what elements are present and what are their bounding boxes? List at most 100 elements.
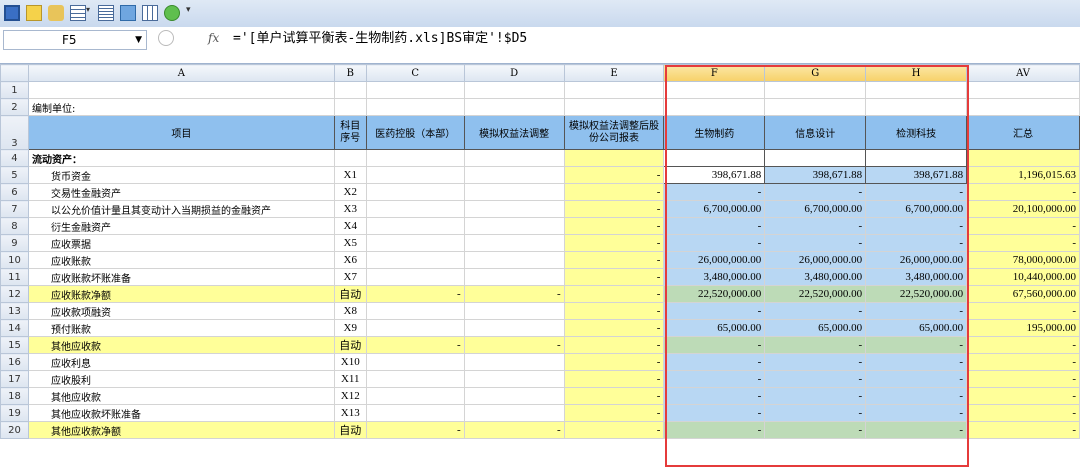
column-header-H[interactable]: H [865,64,968,82]
cell-H[interactable]: - [865,234,968,252]
cell-G[interactable]: 6,700,000.00 [764,200,867,218]
header-pharma-holding[interactable]: 医药控股（本部） [365,115,465,150]
cell-AV[interactable]: - [966,336,1080,354]
cell-G[interactable]: - [764,302,867,320]
cell-AV[interactable]: - [966,387,1080,405]
column-header-B[interactable]: B [333,64,367,82]
item-cell[interactable]: 货币资金 [27,166,335,184]
cell-E[interactable]: - [563,404,665,422]
cell-C[interactable] [365,302,465,320]
row-header[interactable]: 14 [0,319,29,337]
cell-C[interactable] [365,200,465,218]
cell-C[interactable]: - [365,336,465,354]
cell-AV[interactable]: - [966,404,1080,422]
cell-G[interactable]: 3,480,000.00 [764,268,867,286]
cell-C[interactable] [365,404,465,422]
header-bio-pharma[interactable]: 生物制药 [663,115,766,150]
cell-E[interactable]: - [563,421,665,439]
column-header-E[interactable]: E [563,64,665,82]
cell[interactable] [663,81,766,99]
cell-F[interactable]: 6,700,000.00 [663,200,766,218]
cell-C[interactable] [365,251,465,269]
cell-F[interactable]: - [663,183,766,201]
cell-D[interactable] [463,319,565,337]
row-header[interactable]: 19 [0,404,29,422]
cell-H[interactable]: - [865,421,968,439]
cell-G[interactable]: - [764,387,867,405]
table-icon[interactable] [70,5,86,21]
cell-C[interactable] [365,217,465,235]
cell[interactable] [463,149,565,167]
cell-H[interactable]: - [865,370,968,388]
cell-G[interactable]: 26,000,000.00 [764,251,867,269]
row-header[interactable]: 8 [0,217,29,235]
cell[interactable] [563,81,665,99]
item-cell[interactable]: 衍生金融资产 [27,217,335,235]
column-header-C[interactable]: C [365,64,465,82]
cell-D[interactable] [463,234,565,252]
cell[interactable] [27,81,335,99]
cell-D[interactable] [463,302,565,320]
cell-F[interactable]: - [663,234,766,252]
column-header-F[interactable]: F [663,64,766,82]
item-cell[interactable]: 应收款项融资 [27,302,335,320]
code-cell[interactable]: X1 [333,166,367,184]
cell-D[interactable]: - [463,421,565,439]
column-header-G[interactable]: G [764,64,867,82]
cell-D[interactable] [463,200,565,218]
cell-AV[interactable]: 20,100,000.00 [966,200,1080,218]
row-header[interactable]: 15 [0,336,29,354]
cell[interactable] [365,98,465,116]
code-cell[interactable]: X8 [333,302,367,320]
cell-D[interactable] [463,353,565,371]
column-header-A[interactable]: A [27,64,335,82]
cell-G[interactable]: 398,671.88 [764,166,867,184]
cell-AV[interactable]: - [966,353,1080,371]
cell-C[interactable] [365,268,465,286]
cell-G[interactable]: - [764,217,867,235]
cell-D[interactable] [463,251,565,269]
cell[interactable] [966,81,1080,99]
header-code[interactable]: 科目序号 [333,115,367,150]
cell-E[interactable]: - [563,166,665,184]
cell[interactable] [563,98,665,116]
cell[interactable] [333,98,367,116]
cell[interactable] [764,149,867,167]
customize-toolbar-icon[interactable]: ▾ [186,5,196,21]
cell-E[interactable]: - [563,336,665,354]
code-cell[interactable]: X5 [333,234,367,252]
format-painter-icon[interactable] [48,5,64,21]
cell-H[interactable]: 6,700,000.00 [865,200,968,218]
cell-F[interactable]: - [663,370,766,388]
cell[interactable] [966,98,1080,116]
cell-E[interactable]: - [563,353,665,371]
row-header[interactable]: 13 [0,302,29,320]
code-cell[interactable]: X7 [333,268,367,286]
cell-C[interactable]: - [365,421,465,439]
chevron-down-icon[interactable]: ▾ [86,5,94,21]
cell-AV[interactable]: 10,440,000.00 [966,268,1080,286]
code-cell[interactable]: X3 [333,200,367,218]
cell[interactable] [865,149,968,167]
cell-F[interactable]: - [663,387,766,405]
cell-E[interactable]: - [563,319,665,337]
row-header[interactable]: 6 [0,183,29,201]
cell-AV[interactable]: 195,000.00 [966,319,1080,337]
cell[interactable] [966,149,1080,167]
row-header[interactable]: 2 [0,98,29,116]
cell-C[interactable] [365,387,465,405]
header-testing-tech[interactable]: 检测科技 [865,115,968,150]
code-cell[interactable]: X6 [333,251,367,269]
cell-D[interactable] [463,404,565,422]
cell-E[interactable]: - [563,217,665,235]
item-cell[interactable]: 其他应收款坏账准备 [27,404,335,422]
item-cell[interactable]: 其他应收款净额 [27,421,335,439]
cell-H[interactable]: - [865,302,968,320]
cell[interactable] [563,149,665,167]
cell-G[interactable]: - [764,183,867,201]
cell[interactable] [333,81,367,99]
cell-D[interactable]: - [463,336,565,354]
cell-AV[interactable]: 1,196,015.63 [966,166,1080,184]
cell-G[interactable]: - [764,421,867,439]
code-cell[interactable]: X2 [333,183,367,201]
